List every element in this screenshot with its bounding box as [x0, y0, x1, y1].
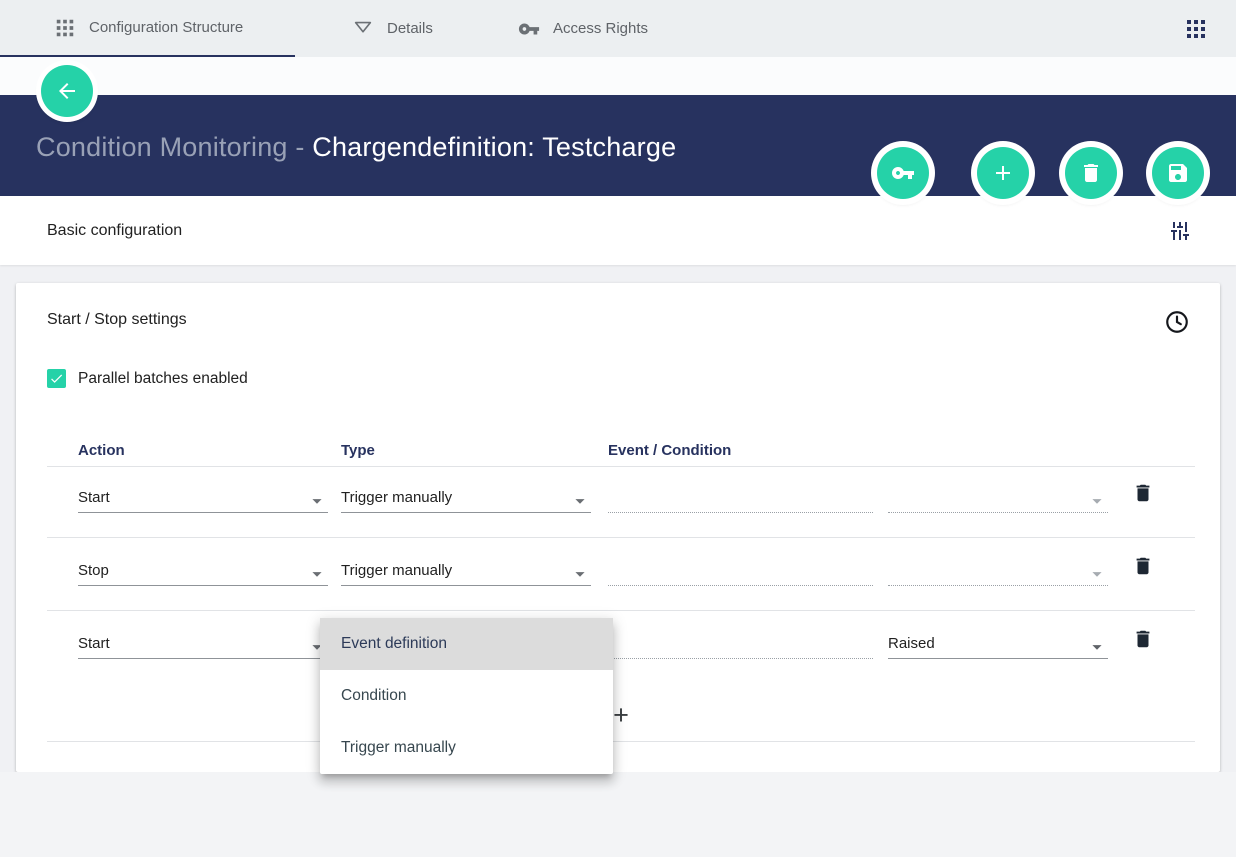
action-select-value: Start [78, 489, 110, 506]
delete-row-button[interactable] [1123, 473, 1163, 513]
page: Configuration Structure Details Access R… [0, 0, 1236, 857]
apps-grid-icon [54, 17, 76, 39]
state-select[interactable] [888, 479, 1108, 513]
save-icon [1166, 161, 1190, 185]
table-row: Stop Trigger manually [16, 552, 1220, 592]
tab-label: Access Rights [553, 20, 648, 37]
column-header-type: Type [341, 442, 375, 459]
dropdown-arrow-icon [306, 563, 328, 585]
tab-label: Configuration Structure [89, 19, 243, 36]
save-button[interactable] [1152, 147, 1204, 199]
type-select[interactable]: Trigger manually [341, 552, 591, 586]
action-select[interactable]: Start [78, 625, 328, 659]
dropdown-arrow-icon [1086, 563, 1108, 585]
tune-icon [1168, 219, 1192, 243]
tab-details[interactable]: Details [352, 0, 433, 57]
table-row: Start Trigger manually [16, 479, 1220, 519]
tab-access-rights[interactable]: Access Rights [518, 0, 648, 57]
tab-configuration-structure[interactable]: Configuration Structure [0, 0, 295, 57]
dropdown-arrow-icon [569, 490, 591, 512]
tune-button[interactable] [1168, 219, 1192, 243]
delete-button[interactable] [1065, 147, 1117, 199]
type-select[interactable]: Trigger manually [341, 479, 591, 513]
action-select-value: Start [78, 635, 110, 652]
divider [47, 741, 1195, 742]
delete-icon [1132, 555, 1154, 577]
type-dropdown-menu: Event definition Condition Trigger manua… [320, 618, 613, 774]
delete-icon [1132, 482, 1154, 504]
back-arrow-icon [55, 79, 79, 103]
action-select-value: Stop [78, 562, 109, 579]
access-rights-button[interactable] [877, 147, 929, 199]
back-button[interactable] [41, 65, 93, 117]
apps-menu-button[interactable] [1184, 17, 1208, 41]
dropdown-arrow-icon [1086, 490, 1108, 512]
state-select[interactable]: Raised [888, 625, 1108, 659]
top-tab-bar: Configuration Structure Details Access R… [0, 0, 1236, 57]
menu-item-event-definition[interactable]: Event definition [320, 618, 613, 670]
menu-item-condition[interactable]: Condition [320, 670, 613, 722]
page-title: Condition Monitoring - Chargendefinition… [36, 132, 676, 163]
parallel-batches-label: Parallel batches enabled [78, 370, 248, 388]
page-title-prefix: Condition Monitoring - [36, 132, 312, 162]
column-header-action: Action [78, 442, 125, 459]
action-select[interactable]: Stop [78, 552, 328, 586]
menu-item-trigger-manually[interactable]: Trigger manually [320, 722, 613, 774]
tabbar-lower-strip [0, 57, 1236, 95]
event-condition-field[interactable] [608, 479, 873, 513]
apps-grid-icon [1184, 17, 1208, 41]
key-icon [891, 161, 915, 185]
delete-icon [1079, 161, 1103, 185]
event-condition-field[interactable] [608, 552, 873, 586]
divider [47, 610, 1195, 611]
event-condition-field[interactable] [608, 625, 873, 659]
plus-icon [991, 161, 1015, 185]
dropdown-arrow-icon [306, 490, 328, 512]
parallel-batches-checkbox[interactable] [47, 369, 66, 388]
start-stop-settings-card: Start / Stop settings Parallel batches e… [16, 283, 1220, 772]
add-button[interactable] [977, 147, 1029, 199]
basic-configuration-label: Basic configuration [47, 222, 182, 240]
check-icon [49, 371, 64, 386]
history-button[interactable] [1164, 309, 1190, 335]
tab-label: Details [387, 20, 433, 37]
divider [47, 537, 1195, 538]
delete-icon [1132, 628, 1154, 650]
bottom-nav-bar: Basic configuration Start / Stop setting… [0, 772, 1236, 857]
action-select[interactable]: Start [78, 479, 328, 513]
type-select-value: Trigger manually [341, 489, 452, 506]
filter-icon [352, 18, 374, 40]
column-header-event-condition: Event / Condition [608, 442, 731, 459]
state-select-value: Raised [888, 635, 935, 652]
clock-icon [1164, 309, 1190, 335]
dropdown-arrow-icon [569, 563, 591, 585]
page-header: Condition Monitoring - Chargendefinition… [0, 95, 1236, 196]
section-title: Start / Stop settings [47, 311, 187, 329]
basic-configuration-bar: Basic configuration [0, 196, 1236, 265]
delete-row-button[interactable] [1123, 619, 1163, 659]
divider [47, 466, 1195, 467]
type-select-value: Trigger manually [341, 562, 452, 579]
delete-row-button[interactable] [1123, 546, 1163, 586]
key-icon [518, 18, 540, 40]
dropdown-arrow-icon [1086, 636, 1108, 658]
table-row: Start Raised [16, 625, 1220, 665]
page-title-main: Chargendefinition: Testcharge [312, 132, 676, 162]
state-select[interactable] [888, 552, 1108, 586]
